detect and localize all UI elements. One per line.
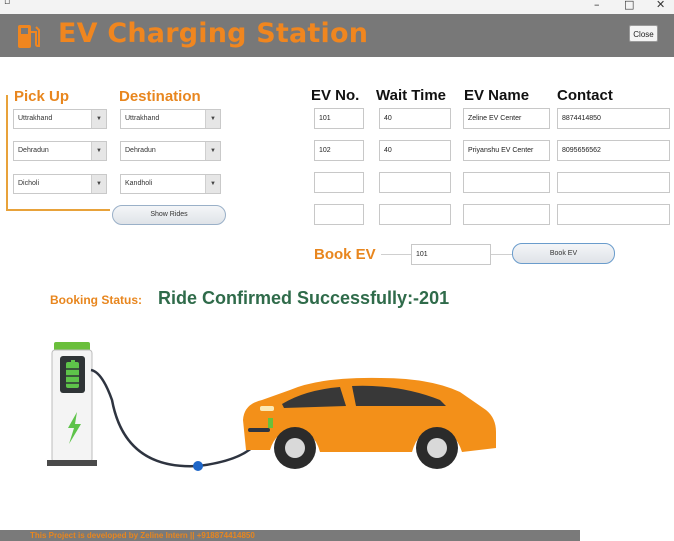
window-titlebar: ▫ – □ ✕ bbox=[0, 0, 674, 14]
book-ev-button[interactable]: Book EV bbox=[512, 243, 615, 264]
show-rides-button[interactable]: Show Rides bbox=[112, 205, 226, 225]
col-header-ev-name: EV Name bbox=[464, 87, 530, 104]
group-bracket-bottom bbox=[6, 209, 110, 211]
fuel-station-icon bbox=[18, 25, 40, 48]
destination-state-select[interactable]: Uttrakhand ▼ bbox=[120, 109, 221, 129]
col-header-wait-time: Wait Time bbox=[376, 87, 447, 104]
ev-name-field[interactable]: Zeline EV Center bbox=[463, 108, 550, 129]
contact-field[interactable]: 8874414850 bbox=[557, 108, 670, 129]
footer-credit: This Project is developed by Zeline Inte… bbox=[30, 531, 255, 540]
app-title: EV Charging Station bbox=[58, 18, 369, 49]
pickup-state-select[interactable]: Uttrakhand ▼ bbox=[13, 109, 107, 129]
maximize-button[interactable]: □ bbox=[624, 0, 634, 11]
window-close-button[interactable]: ✕ bbox=[656, 0, 665, 11]
book-ev-label: Book EV bbox=[314, 246, 376, 263]
destination-city-select[interactable]: Dehradun ▼ bbox=[120, 141, 221, 161]
chevron-down-icon: ▼ bbox=[91, 175, 106, 193]
car-icon bbox=[243, 377, 496, 469]
ev-name-field[interactable] bbox=[463, 172, 550, 193]
close-button[interactable]: Close bbox=[629, 25, 658, 42]
ev-charging-illustration bbox=[47, 342, 496, 471]
book-ev-input[interactable]: 101 bbox=[411, 244, 491, 265]
ev-no-field[interactable]: 101 bbox=[314, 108, 364, 129]
cable-connector bbox=[193, 461, 203, 471]
ev-name-field[interactable]: Priyanshu EV Center bbox=[463, 140, 550, 161]
chevron-down-icon: ▼ bbox=[205, 110, 220, 128]
ev-charger-icon bbox=[47, 342, 97, 466]
wait-time-field[interactable]: 40 bbox=[379, 108, 451, 129]
pickup-city-select[interactable]: Dehradun ▼ bbox=[13, 141, 107, 161]
pickup-heading: Pick Up bbox=[14, 88, 70, 105]
minimize-button[interactable]: – bbox=[594, 0, 600, 11]
col-header-contact: Contact bbox=[557, 87, 613, 104]
destination-location-select[interactable]: Kandholi ▼ bbox=[120, 174, 221, 194]
ev-no-field[interactable] bbox=[314, 172, 364, 193]
wait-time-field[interactable]: 40 bbox=[379, 140, 451, 161]
booking-status-text: Ride Confirmed Successfully:-201 bbox=[158, 288, 450, 308]
wait-time-field[interactable] bbox=[379, 204, 451, 225]
booking-status-label: Booking Status: bbox=[50, 293, 142, 307]
contact-field[interactable]: 8095656562 bbox=[557, 140, 670, 161]
ev-no-field[interactable]: 102 bbox=[314, 140, 364, 161]
divider bbox=[491, 254, 513, 255]
chevron-down-icon: ▼ bbox=[205, 142, 220, 160]
contact-field[interactable] bbox=[557, 204, 670, 225]
ev-name-field[interactable] bbox=[463, 204, 550, 225]
contact-field[interactable] bbox=[557, 172, 670, 193]
chevron-down-icon: ▼ bbox=[91, 142, 106, 160]
charging-cable bbox=[90, 368, 272, 468]
pickup-location-select[interactable]: Dicholi ▼ bbox=[13, 174, 107, 194]
group-bracket bbox=[6, 95, 8, 211]
chevron-down-icon: ▼ bbox=[91, 110, 106, 128]
chevron-down-icon: ▼ bbox=[205, 175, 220, 193]
ev-no-field[interactable] bbox=[314, 204, 364, 225]
col-header-ev-no: EV No. bbox=[311, 87, 360, 104]
divider bbox=[381, 254, 411, 255]
window-app-icon: ▫ bbox=[4, 0, 11, 7]
wait-time-field[interactable] bbox=[379, 172, 451, 193]
destination-heading: Destination bbox=[119, 88, 201, 105]
